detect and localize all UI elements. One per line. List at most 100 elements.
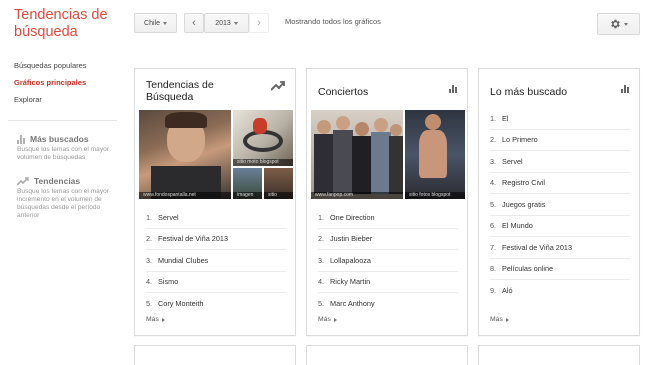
news-photo[interactable]: sitio moto blogspot [233,110,293,166]
list-item[interactable]: 5. Marc Anthony [318,293,458,315]
trending-up-icon [271,81,285,91]
sidebar-section-description: Busque los temas con el mayor volumen de… [17,146,109,161]
sidebar-divider [8,120,117,121]
next-period-button[interactable]: › [249,13,269,33]
image-caption: sitio fotos blogspot [405,192,465,199]
ranked-list: 1. One Direction 2. Justin Bieber 3. Lollap… [318,207,458,315]
card-conciertos: Conciertos www.fanpop.com sitio fotos bl… [306,68,468,336]
list-item-label: Películas online [502,264,554,274]
list-item[interactable]: 6. El Mundo [490,216,630,237]
news-photo[interactable]: imagen [233,168,262,199]
list-item[interactable]: 2. Lo Primero [490,130,630,151]
prev-period-button[interactable]: ‹ [184,13,204,33]
card-tendencias: Tendencias de Búsqueda www.fondospantall… [134,68,296,336]
region-label: Chile [144,19,160,27]
list-item-label: One Direction [330,212,375,222]
settings-button[interactable] [597,13,640,35]
sidebar-section-description: Busque los temas con el mayor incremento… [17,188,109,219]
sidebar-section-tendencias[interactable]: Tendencias Busque los temas con el mayor… [17,176,119,220]
card-partial [306,345,468,365]
chevron-right-icon [505,317,509,322]
list-item[interactable]: 2. Justin Bieber [318,229,458,250]
sidebar-nav: Búsquedas populares Gráficos principales… [14,61,119,112]
bar-chart-icon[interactable] [449,84,457,93]
chevron-left-icon: ‹ [192,17,196,29]
list-item[interactable]: 4. Sismo [146,272,286,293]
list-item[interactable]: 1. El [490,108,630,130]
more-link[interactable]: Más [146,316,165,323]
chevron-down-icon [624,22,628,26]
list-item[interactable]: 4. Registro Civil [490,173,630,194]
ranked-list: 1. Servel 2. Festival de Viña 2013 3. Mundi… [146,207,286,315]
list-item-label: Marc Anthony [330,299,375,309]
region-dropdown[interactable]: Chile [134,13,177,33]
list-item[interactable]: 7. Festival de Viña 2013 [490,237,630,259]
nav-item-busquedas-populares[interactable]: Búsquedas populares [14,61,119,78]
image-caption: sitio [264,192,293,199]
more-link[interactable]: Más [318,316,337,323]
list-item-label: Cory Monteith [158,299,204,309]
list-item[interactable]: 3. Lollapalooza [318,250,458,272]
news-photo[interactable]: www.fondospantalla.net [139,110,231,199]
list-item-label: El [502,113,509,123]
trend-icon [17,176,29,186]
news-photo[interactable]: www.fanpop.com [311,110,403,199]
list-item[interactable]: 1. Servel [146,207,286,229]
chevron-down-icon [162,21,167,25]
list-item-label: Mundial Clubes [158,255,209,265]
list-item-label: El Mundo [502,221,533,231]
sidebar-section-title: Más buscados [30,134,89,144]
chevron-right-icon: › [257,17,261,29]
nav-item-graficos-principales[interactable]: Gráficos principales [14,78,119,95]
list-item[interactable]: 2. Festival de Viña 2013 [146,229,286,250]
list-item-label: Aló [502,286,513,296]
list-item-label: Servel [502,156,523,166]
card-lo-mas-buscado: Lo más buscado 1. El 2. Lo Primero 3. Serve… [478,68,640,336]
sidebar-section-mas-buscados[interactable]: Más buscados Busque los temas con el may… [17,134,119,162]
ranked-list: 1. El 2. Lo Primero 3. Servel 4. Registro Ci… [490,108,630,302]
year-dropdown[interactable]: 2013 [204,13,249,33]
list-item-label: Lollapalooza [330,255,371,265]
card-image-collage[interactable]: www.fondospantalla.net sitio moto blogsp… [139,110,293,199]
app-title[interactable]: Tendencias de búsqueda [14,7,124,41]
image-caption: www.fanpop.com [311,192,403,199]
image-caption: imagen [233,192,262,199]
image-caption: www.fondospantalla.net [139,192,231,199]
card-partial [134,345,296,365]
list-item[interactable]: 9. Aló [490,280,630,302]
list-item[interactable]: 1. One Direction [318,207,458,229]
list-item[interactable]: 8. Películas online [490,259,630,280]
list-item-label: Juegos gratis [502,199,546,209]
list-item[interactable]: 5. Cory Monteith [146,293,286,315]
chevron-right-icon [161,317,165,322]
nav-item-explorar[interactable]: Explorar [14,95,119,112]
card-image-collage[interactable]: www.fanpop.com sitio fotos blogspot [311,110,465,199]
list-item-label: Lo Primero [502,135,538,145]
card-partial [478,345,640,365]
card-title[interactable]: Conciertos [318,86,433,98]
list-item[interactable]: 4. Ricky Martin [318,272,458,293]
news-photo[interactable]: sitio [264,168,293,199]
card-title[interactable]: Lo más buscado [490,86,605,98]
list-item-label: Justin Bieber [330,234,373,244]
list-item-label: Ricky Martin [330,277,371,287]
list-item[interactable]: 5. Juegos gratis [490,194,630,216]
year-label: 2013 [215,19,231,27]
sidebar-section-title: Tendencias [34,176,81,186]
news-photo[interactable]: sitio fotos blogspot [405,110,465,199]
image-caption: sitio moto blogspot [233,159,293,166]
list-item[interactable]: 3. Servel [490,151,630,173]
bar-chart-icon[interactable] [621,84,629,93]
chevron-down-icon [233,21,238,25]
list-item-label: Festival de Viña 2013 [158,234,229,244]
list-item-label: Sismo [158,277,179,287]
bar-chart-icon [17,134,25,144]
list-item[interactable]: 3. Mundial Clubes [146,250,286,272]
list-item-label: Servel [158,212,179,222]
list-item-label: Registro Civil [502,178,545,188]
card-title[interactable]: Tendencias de Búsqueda [146,79,261,103]
more-link[interactable]: Más [490,316,509,323]
status-text: Mostrando todos los gráficos [285,17,381,26]
list-item-label: Festival de Viña 2013 [502,242,573,252]
chevron-right-icon [333,317,337,322]
